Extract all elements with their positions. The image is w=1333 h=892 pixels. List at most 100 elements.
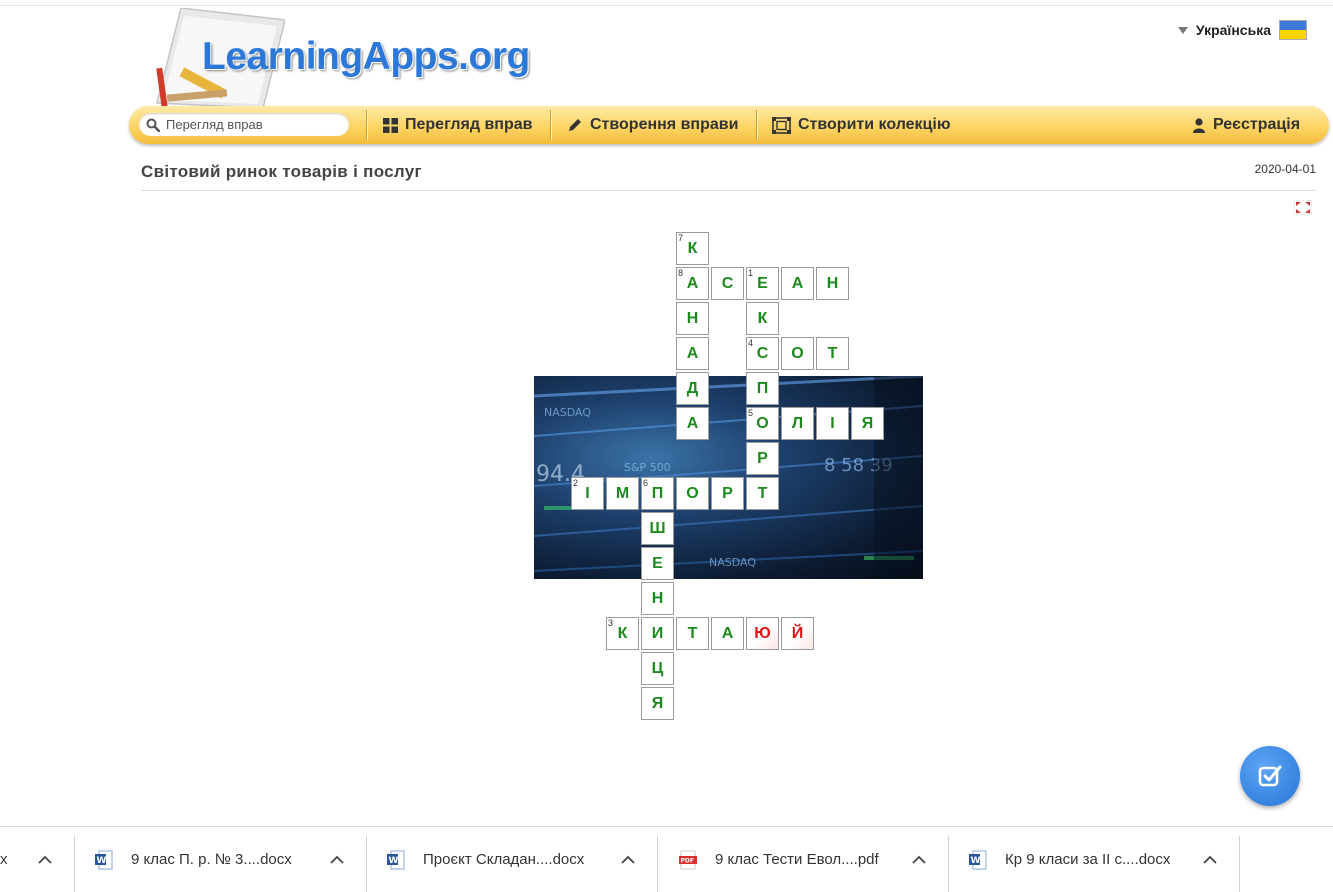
cell-letter: Ш (649, 519, 666, 537)
crossword-cell[interactable]: 4С (746, 337, 779, 370)
crossword-cell[interactable]: П (746, 372, 779, 405)
crossword-cell[interactable]: И (641, 617, 674, 650)
crossword-cell[interactable]: 8А (676, 267, 709, 300)
crossword-cell[interactable]: Т (816, 337, 849, 370)
chevron-up-icon[interactable] (330, 855, 344, 865)
main-nav-bar: Перегляд вправ Створення вправи Створити… (129, 106, 1329, 144)
crossword-cell[interactable]: Ц (641, 652, 674, 685)
nav-divider (550, 110, 551, 140)
crossword-cell[interactable]: О (781, 337, 814, 370)
clue-number: 5 (748, 408, 754, 418)
crossword-cell[interactable]: А (781, 267, 814, 300)
crossword-cell[interactable]: О (676, 477, 709, 510)
create-exercise-label: Створення вправи (590, 116, 739, 133)
cell-letter: Й (791, 624, 804, 642)
dropdown-arrow-icon (1177, 26, 1188, 34)
search-box[interactable] (139, 113, 349, 136)
crossword-cell[interactable]: А (711, 617, 744, 650)
crossword-cell[interactable]: Н (641, 582, 674, 615)
register-label: Реєстрація (1213, 116, 1301, 133)
chevron-up-icon[interactable] (912, 855, 926, 865)
chevron-up-icon[interactable] (38, 855, 52, 865)
cell-letter: Я (861, 414, 874, 432)
register-link[interactable]: Реєстрація (1192, 106, 1300, 144)
clue-number: 6 (643, 478, 649, 488)
crossword-cell[interactable]: 6П (641, 477, 674, 510)
cell-letter: А (791, 274, 804, 292)
site-logo[interactable]: LearningApps.org (145, 7, 535, 109)
crossword-cell[interactable]: Ю (746, 617, 779, 650)
clue-number: 8 (678, 268, 684, 278)
crossword-cell[interactable]: Н (676, 302, 709, 335)
nav-divider (756, 110, 757, 140)
cell-letter: Н (826, 274, 839, 292)
search-icon (146, 118, 160, 132)
logo-text: LearningApps.org (202, 35, 530, 78)
crossword-cell[interactable]: Ш (641, 512, 674, 545)
crossword-cell[interactable]: Т (746, 477, 779, 510)
crossword-cell[interactable]: Н (816, 267, 849, 300)
download-item[interactable]: PDF 9 клас Тести Евол....pdf (679, 827, 879, 892)
browse-exercises-link[interactable]: Перегляд вправ (383, 106, 532, 144)
crossword-cell[interactable]: К (746, 302, 779, 335)
cell-letter: Н (651, 589, 664, 607)
download-item[interactable]: x (0, 827, 8, 892)
word-icon: W (95, 850, 113, 869)
download-filename: Кр 9 класи за ІІ с....docx (1005, 851, 1171, 868)
cell-letter: И (651, 624, 664, 642)
cell-letter: А (686, 344, 699, 362)
cell-letter: Ю (754, 624, 771, 642)
download-item[interactable]: W Кр 9 класи за ІІ с....docx (969, 827, 1170, 892)
crossword-cell[interactable]: 2І (571, 477, 604, 510)
chevron-up-icon[interactable] (1203, 855, 1217, 865)
fullscreen-button[interactable] (1293, 199, 1313, 216)
crossword-cell[interactable]: 5О (746, 407, 779, 440)
crossword-cell[interactable]: Й (781, 617, 814, 650)
crossword-cell[interactable]: А (676, 337, 709, 370)
crossword-cell[interactable]: 7К (676, 232, 709, 265)
cell-letter: Р (722, 484, 733, 502)
fullscreen-icon (1293, 199, 1313, 216)
checkmark-icon (1258, 765, 1282, 787)
cell-letter: Р (757, 449, 768, 467)
crossword-cell[interactable]: 3К (606, 617, 639, 650)
download-divider (948, 836, 949, 892)
svg-text:W: W (971, 856, 981, 866)
language-selector[interactable]: Українська (1177, 20, 1307, 40)
cell-letter: О (791, 344, 804, 362)
crossword-cell[interactable]: М (606, 477, 639, 510)
search-input[interactable] (164, 116, 348, 133)
create-collection-link[interactable]: Створити колекцію (772, 106, 951, 144)
crossword-cell[interactable]: 1Е (746, 267, 779, 300)
pdf-icon: PDF (679, 850, 697, 869)
cell-letter: І (585, 484, 590, 502)
crossword-cell[interactable]: Р (711, 477, 744, 510)
crossword-cell[interactable]: Д (676, 372, 709, 405)
cell-letter: К (757, 309, 768, 327)
svg-text:PDF: PDF (681, 857, 694, 864)
create-collection-label: Створити колекцію (798, 116, 951, 133)
cell-letter: К (687, 239, 698, 257)
cell-letter: С (756, 344, 769, 362)
check-answers-button[interactable] (1240, 746, 1300, 806)
svg-text:W: W (97, 856, 107, 866)
download-item[interactable]: W Проєкт Складан....docx (387, 827, 584, 892)
download-item[interactable]: W 9 клас П. р. № 3....docx (95, 827, 292, 892)
cell-letter: М (615, 484, 630, 502)
crossword-cell[interactable]: Я (641, 687, 674, 720)
crossword-cell[interactable]: Я (851, 407, 884, 440)
crossword-cell[interactable]: Л (781, 407, 814, 440)
user-icon (1193, 117, 1205, 133)
cell-letter: Ц (651, 659, 664, 677)
crossword-cell[interactable]: Р (746, 442, 779, 475)
create-exercise-link[interactable]: Створення вправи (567, 106, 738, 144)
clue-number: 2 (573, 478, 579, 488)
crossword-cell[interactable]: Е (641, 547, 674, 580)
crossword-cell[interactable]: І (816, 407, 849, 440)
crossword-cell[interactable]: С (711, 267, 744, 300)
crossword-cell[interactable]: А (676, 407, 709, 440)
cell-letter: Л (791, 414, 804, 432)
crossword-cell[interactable]: Т (676, 617, 709, 650)
chevron-up-icon[interactable] (621, 855, 635, 865)
collection-icon (772, 116, 791, 134)
